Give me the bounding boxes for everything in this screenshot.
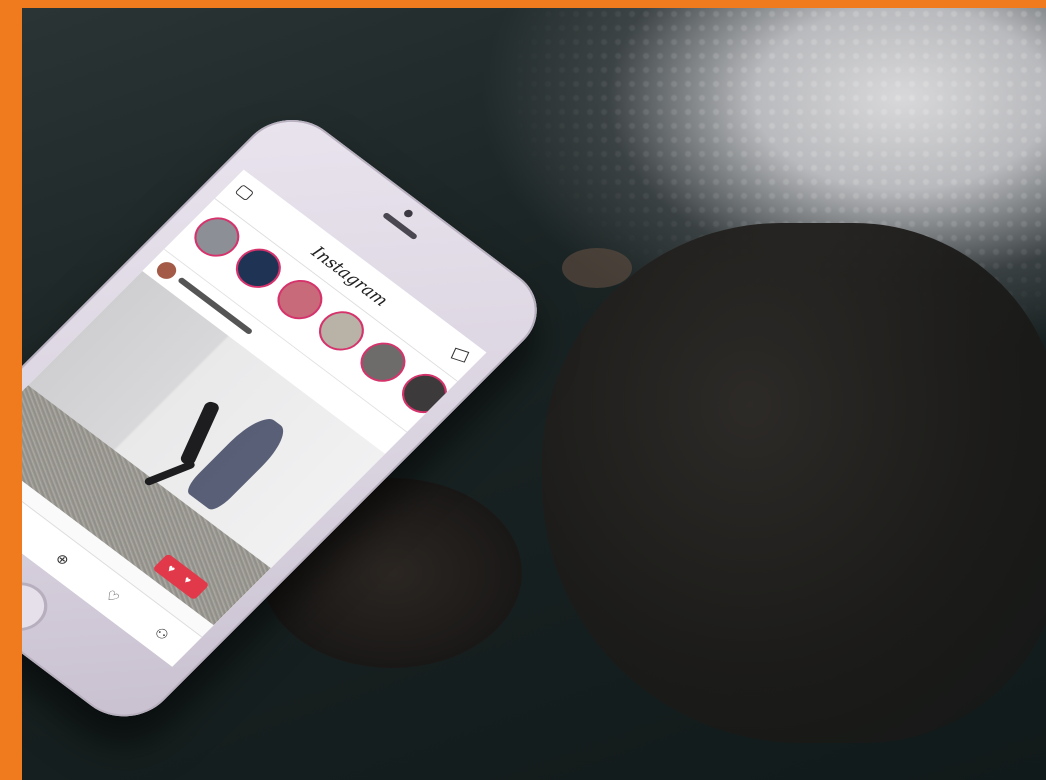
phone-screen: Instagram ♥ ♥ ⊕ ♡ ⚇: [22, 169, 487, 667]
like-count: ♥: [180, 574, 194, 587]
front-camera: [402, 208, 415, 219]
search-icon[interactable]: ○: [22, 510, 27, 534]
finger-tip: [562, 248, 632, 288]
story-avatar[interactable]: [392, 365, 457, 422]
post-image-person-leg: [143, 459, 197, 487]
profile-icon[interactable]: ⚇: [148, 622, 175, 646]
heart-icon: ♥: [163, 562, 178, 576]
home-button[interactable]: [22, 572, 59, 641]
post-image-ground: [22, 385, 271, 626]
post-author-avatar[interactable]: [152, 258, 181, 283]
heart-icon[interactable]: ♡: [99, 585, 126, 609]
earpiece-speaker: [381, 211, 419, 241]
photo-background: Instagram ♥ ♥ ⊕ ♡ ⚇: [22, 8, 1046, 780]
hand: [542, 223, 1046, 743]
add-icon[interactable]: ⊕: [49, 547, 76, 571]
